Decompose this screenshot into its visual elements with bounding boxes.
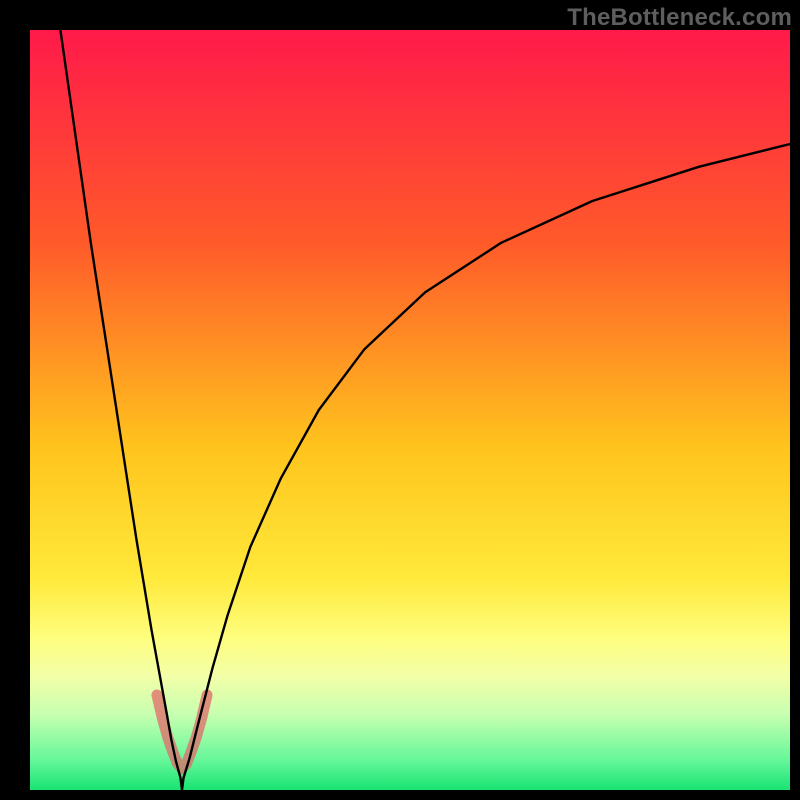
outer-frame: TheBottleneck.com [0, 0, 800, 800]
chart-plot-area [30, 30, 790, 790]
chart-svg [30, 30, 790, 790]
watermark-text: TheBottleneck.com [567, 4, 792, 32]
gradient-background [30, 30, 790, 790]
